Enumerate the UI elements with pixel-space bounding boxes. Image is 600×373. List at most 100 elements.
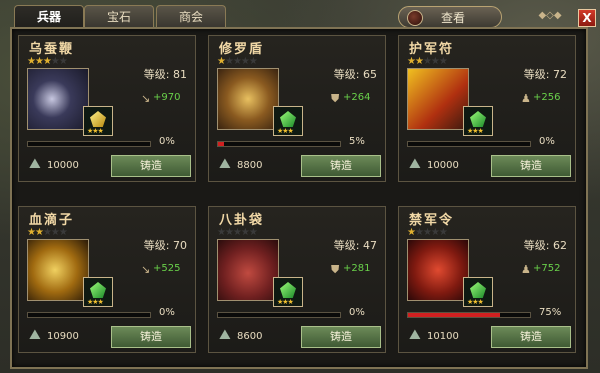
progress-percent: 0% <box>159 136 175 147</box>
progress-percent: 0% <box>159 307 175 318</box>
star-rating: ★★★★★ <box>217 227 258 238</box>
forge-progress-bar <box>407 312 531 318</box>
item-name: 八卦袋 <box>219 213 265 228</box>
gem-icon <box>90 282 106 298</box>
equipment-card: 乌蚕鞭 ★★★★★ ★★★ 等级: 81 ↘ +970 0% ⛰ 10000 铸… <box>18 35 196 182</box>
forge-progress-bar <box>27 312 151 318</box>
person-icon: ♟ <box>521 263 531 276</box>
star-rating: ★★★★★ <box>407 56 448 67</box>
tab-gems[interactable]: 宝石 <box>84 5 154 27</box>
item-portrait[interactable] <box>407 68 469 130</box>
item-portrait[interactable] <box>407 239 469 301</box>
view-button-label: 查看 <box>441 11 466 25</box>
item-name: 护军符 <box>409 42 455 57</box>
forge-progress-bar <box>217 141 341 147</box>
person-icon: ♟ <box>521 92 531 105</box>
star-rating: ★★★★★ <box>27 56 68 67</box>
equipment-card: 八卦袋 ★★★★★ ★★★ 等级: 47 ⛊ +281 0% ⛰ 8600 铸造 <box>208 206 386 353</box>
gem-slot[interactable]: ★★★ <box>463 106 493 136</box>
item-level: 等级: 62 <box>523 239 567 252</box>
ore-icon: ⛰ <box>219 327 231 343</box>
gem-stars: ★★★ <box>467 127 484 135</box>
equipment-card: 修罗盾 ★★★★★ ★★★ 等级: 65 ⛊ +264 5% ⛰ 8800 铸造 <box>208 35 386 182</box>
progress-percent: 0% <box>349 307 365 318</box>
forge-button[interactable]: 铸造 <box>301 155 381 177</box>
gem-icon <box>90 111 106 127</box>
ore-icon: ⛰ <box>409 327 421 343</box>
star-rating: ★★★★★ <box>217 56 258 67</box>
item-level: 等级: 65 <box>333 68 377 81</box>
attribute-bonus: +281 <box>343 263 371 274</box>
progress-percent: 5% <box>349 136 365 147</box>
gem-icon <box>470 111 486 127</box>
gem-icon <box>280 282 296 298</box>
star-rating: ★★★★★ <box>407 227 448 238</box>
gem-icon <box>470 282 486 298</box>
item-portrait[interactable] <box>27 68 89 130</box>
shield-icon: ⛊ <box>331 263 340 276</box>
ore-icon: ⛰ <box>29 327 41 343</box>
item-name: 修罗盾 <box>219 42 265 57</box>
shield-icon: ⛊ <box>331 92 340 105</box>
item-level: 等级: 72 <box>523 68 567 81</box>
forge-cost: 10000 <box>427 160 459 171</box>
forge-cost: 10900 <box>47 331 79 342</box>
forge-progress-bar <box>217 312 341 318</box>
item-name: 乌蚕鞭 <box>29 42 75 57</box>
sword-icon: ↘ <box>141 263 151 276</box>
gem-slot[interactable]: ★★★ <box>273 106 303 136</box>
progress-percent: 0% <box>539 136 555 147</box>
attribute-bonus: +264 <box>343 92 371 103</box>
item-name: 血滴子 <box>29 213 75 228</box>
forge-button[interactable]: 铸造 <box>111 155 191 177</box>
forge-button[interactable]: 铸造 <box>301 326 381 348</box>
item-portrait[interactable] <box>217 68 279 130</box>
item-portrait[interactable] <box>27 239 89 301</box>
close-button[interactable]: X <box>578 9 596 27</box>
forge-button[interactable]: 铸造 <box>491 326 571 348</box>
gem-slot[interactable]: ★★★ <box>463 277 493 307</box>
ore-icon: ⛰ <box>29 156 41 172</box>
item-portrait[interactable] <box>217 239 279 301</box>
forge-progress-bar <box>407 141 531 147</box>
gem-stars: ★★★ <box>277 298 294 306</box>
forge-cost: 8600 <box>237 331 263 342</box>
gem-stars: ★★★ <box>87 127 104 135</box>
equipment-card: 护军符 ★★★★★ ★★★ 等级: 72 ♟ +256 0% ⛰ 10000 铸… <box>398 35 576 182</box>
attribute-bonus: +752 <box>533 263 561 274</box>
gem-slot[interactable]: ★★★ <box>83 106 113 136</box>
view-button[interactable]: 查看 <box>398 6 502 28</box>
ornament-icon: ◆◇◆ <box>538 10 562 21</box>
item-level: 等级: 81 <box>143 68 187 81</box>
forge-progress-bar <box>27 141 151 147</box>
tab-weapons[interactable]: 兵器 <box>14 5 84 29</box>
equipment-card: 血滴子 ★★★★★ ★★★ 等级: 70 ↘ +525 0% ⛰ 10900 铸… <box>18 206 196 353</box>
forge-cost: 10100 <box>427 331 459 342</box>
forge-cost: 10000 <box>47 160 79 171</box>
attribute-bonus: +525 <box>153 263 181 274</box>
gem-stars: ★★★ <box>467 298 484 306</box>
tab-guild[interactable]: 商会 <box>156 5 226 27</box>
ore-icon: ⛰ <box>219 156 231 172</box>
progress-fill <box>218 142 225 146</box>
gem-slot[interactable]: ★★★ <box>83 277 113 307</box>
progress-fill <box>408 313 500 317</box>
gem-stars: ★★★ <box>277 127 294 135</box>
item-level: 等级: 47 <box>333 239 377 252</box>
gem-slot[interactable]: ★★★ <box>273 277 303 307</box>
lens-icon <box>407 10 423 26</box>
star-rating: ★★★★★ <box>27 227 68 238</box>
sword-icon: ↘ <box>141 92 151 105</box>
ore-icon: ⛰ <box>409 156 421 172</box>
forge-panel: 乌蚕鞭 ★★★★★ ★★★ 等级: 81 ↘ +970 0% ⛰ 10000 铸… <box>10 27 588 369</box>
forge-cost: 8800 <box>237 160 263 171</box>
attribute-bonus: +970 <box>153 92 181 103</box>
forge-button[interactable]: 铸造 <box>111 326 191 348</box>
item-name: 禁军令 <box>409 213 455 228</box>
item-level: 等级: 70 <box>143 239 187 252</box>
equipment-card: 禁军令 ★★★★★ ★★★ 等级: 62 ♟ +752 75% ⛰ 10100 … <box>398 206 576 353</box>
attribute-bonus: +256 <box>533 92 561 103</box>
gem-stars: ★★★ <box>87 298 104 306</box>
gem-icon <box>280 111 296 127</box>
forge-button[interactable]: 铸造 <box>491 155 571 177</box>
